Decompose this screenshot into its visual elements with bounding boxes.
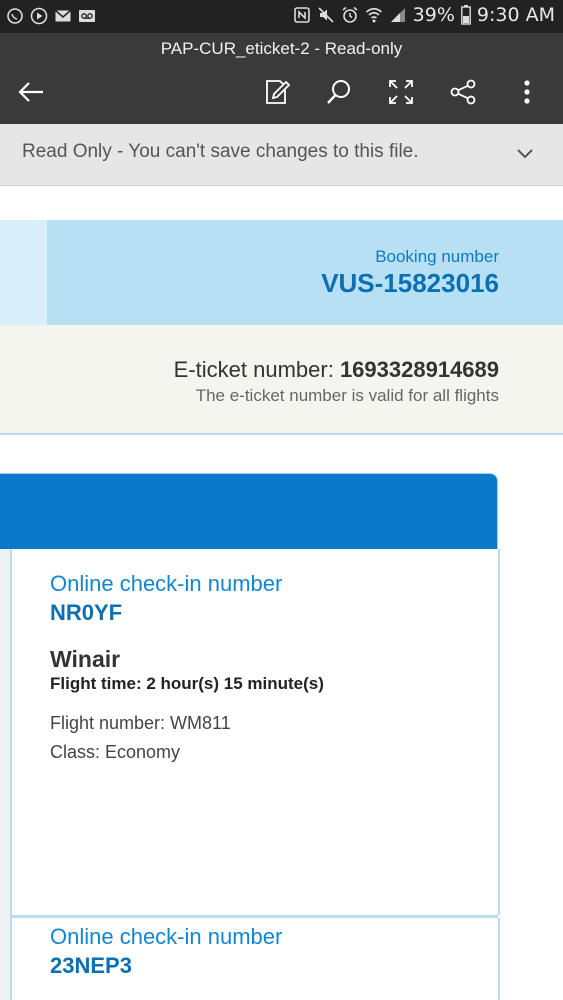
voicemail-icon [79,10,95,22]
chevron-down-icon[interactable] [513,142,537,166]
share-icon [450,79,476,105]
booking-number-label: Booking number [375,247,499,266]
flight-card-2: Online check-in number 23NEP3 [10,918,500,1000]
booking-number: VUS-15823016 [321,268,499,298]
booking-panel: Booking number VUS-15823016 [47,220,563,325]
booking-side-panel [0,220,47,325]
flight-time: Flight time: 2 hour(s) 15 minute(s) [50,674,324,693]
flight-card-left-strip [0,549,10,1000]
eticket-section: E-ticket number: 1693328914689 The e-tic… [0,325,563,435]
status-bar: 39% 9:30 AM [0,0,563,33]
checkin-code: NR0YF [50,600,123,625]
back-arrow-icon [18,82,43,102]
flight-class: Class: Economy [50,742,181,762]
checkin-label: Online check-in number [50,571,283,596]
mute-icon [318,7,334,23]
eticket-line: E-ticket number: 1693328914689 [174,357,499,383]
airline-name: Winair [50,646,121,672]
mail-icon [55,9,71,22]
checkin-code-2: 23NEP3 [50,953,132,978]
eticket-note: The e-ticket number is valid for all fli… [195,386,499,405]
share-button[interactable] [446,75,480,109]
wifi-icon [365,7,382,23]
edit-icon [266,80,291,104]
booking-section: Booking number VUS-15823016 [0,220,563,325]
flight-number: Flight number: WM811 [50,713,231,733]
whatsapp-icon [7,8,23,24]
fullscreen-icon [389,80,413,104]
eticket-number: 1693328914689 [339,357,499,382]
flight-card: Online check-in number NR0YF Winair Flig… [10,549,500,915]
clock: 9:30 AM [476,4,555,26]
battery-icon [460,5,471,25]
search-button[interactable] [322,75,356,109]
read-only-banner[interactable]: Read Only - You can't save changes to th… [0,124,563,186]
play-icon [30,7,48,25]
document-view[interactable]: Booking number VUS-15823016 E-ticket num… [0,186,563,1000]
battery-percent: 39% [412,4,455,26]
read-only-message: Read Only - You can't save changes to th… [22,141,419,162]
more-icon [524,80,530,104]
alarm-icon [342,6,358,23]
document-title: PAP-CUR_eticket-2 - Read-only [160,39,403,58]
eticket-label: E-ticket number: [173,357,334,382]
fullscreen-button[interactable] [384,75,418,109]
flight-card-header [0,473,498,551]
signal-icon [390,8,405,22]
nfc-icon [293,7,310,23]
edit-button[interactable] [260,75,294,109]
back-button[interactable] [14,75,48,109]
checkin-label-2: Online check-in number [50,924,283,949]
search-icon [327,80,350,104]
more-options-button[interactable] [510,75,544,109]
app-bar: PAP-CUR_eticket-2 - Read-only [0,33,563,124]
